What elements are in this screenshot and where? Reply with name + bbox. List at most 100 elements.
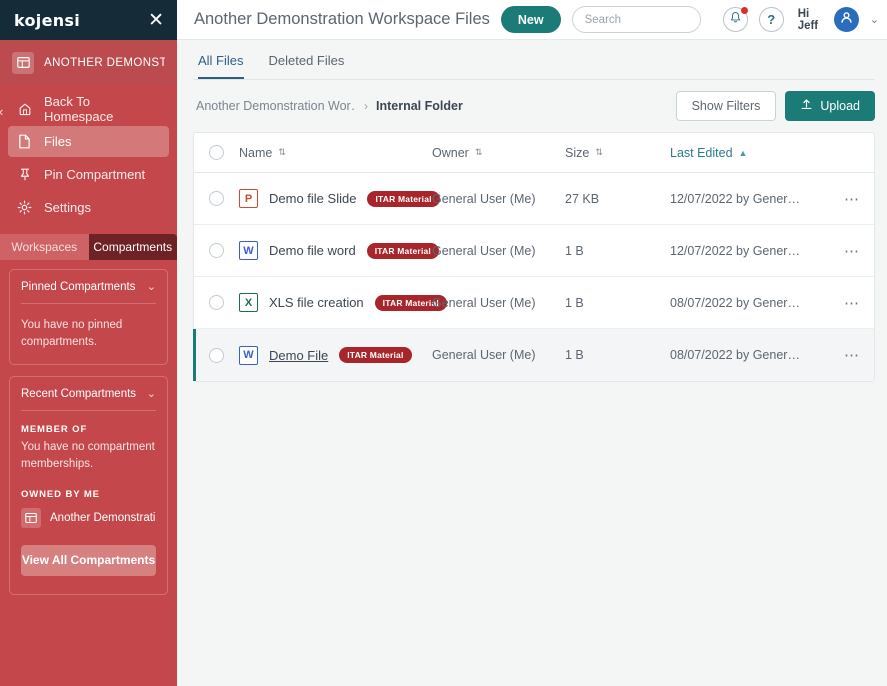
row-select-cell xyxy=(194,295,239,310)
radio-unchecked-icon[interactable] xyxy=(209,348,224,363)
column-header-label: Last Edited xyxy=(670,146,733,160)
pinned-compartments-header[interactable]: Pinned Compartments ⌄ xyxy=(21,270,156,304)
page-title: Another Demonstration Workspace Files xyxy=(194,10,490,29)
member-of-label: MEMBER OF xyxy=(21,424,156,435)
chevron-down-icon[interactable]: ⌄ xyxy=(870,13,879,26)
sidebar-item-back-to-homespace[interactable]: Back To Homespace xyxy=(8,93,169,124)
recent-compartments-body: MEMBER OF You have no compartment member… xyxy=(21,411,156,593)
radio-unchecked-icon[interactable] xyxy=(209,243,224,258)
notifications-button[interactable] xyxy=(723,7,748,32)
chevron-down-icon: ⌄ xyxy=(147,280,156,293)
sidebar-workspace-header[interactable]: ANOTHER DEMONST… xyxy=(0,40,177,85)
sidebar-item-label: Settings xyxy=(44,200,91,215)
upload-button-label: Upload xyxy=(820,99,860,113)
status-badge: ITAR Material xyxy=(367,243,439,259)
question-mark-icon: ? xyxy=(767,12,775,27)
tab-all-files[interactable]: All Files xyxy=(198,53,244,79)
sidebar-item-label: Back To Homespace xyxy=(44,94,161,124)
help-button[interactable]: ? xyxy=(759,7,784,32)
row-select-cell xyxy=(194,243,239,258)
user-avatar-icon xyxy=(839,10,854,30)
list-item[interactable]: Another Demonstrati… xyxy=(21,508,156,528)
sidebar-item-pin-compartment[interactable]: Pin Compartment xyxy=(8,159,169,190)
workspace-icon xyxy=(12,52,34,74)
breadcrumb-row: Another Demonstration Wor… › Internal Fo… xyxy=(193,80,875,132)
search-box xyxy=(572,6,701,33)
table-row[interactable]: W Demo file word ITAR Material General U… xyxy=(194,225,874,277)
owned-compartment-name: Another Demonstrati… xyxy=(50,512,156,524)
radio-unchecked-icon[interactable] xyxy=(209,295,224,310)
avatar[interactable] xyxy=(834,7,859,32)
column-header-owner[interactable]: Owner ⇅ xyxy=(432,146,565,160)
view-all-compartments-button[interactable]: View All Compartments xyxy=(21,545,156,576)
row-overflow-menu-icon[interactable]: ⋯ xyxy=(830,294,874,312)
sidebar-item-settings[interactable]: Settings xyxy=(8,192,169,223)
sidebar-tab-workspaces[interactable]: Workspaces xyxy=(0,234,89,260)
sidebar-body: Pinned Compartments ⌄ You have no pinned… xyxy=(0,260,177,686)
row-size: 1 B xyxy=(565,296,670,310)
table-row[interactable]: X XLS file creation ITAR Material Genera… xyxy=(194,277,874,329)
pinned-empty-text: You have no pinned compartments. xyxy=(21,317,156,350)
workspace-icon xyxy=(21,508,41,528)
sidebar-item-files[interactable]: Files xyxy=(8,126,169,157)
row-overflow-menu-icon[interactable]: ⋯ xyxy=(830,242,874,260)
row-last-edited: 12/07/2022 by Gener… xyxy=(670,244,830,258)
files-table: Name ⇅ Owner ⇅ Size ⇅ xyxy=(193,132,875,382)
row-size: 1 B xyxy=(565,244,670,258)
breadcrumb-item-workspace[interactable]: Another Demonstration Wor… xyxy=(196,99,356,113)
file-name-link[interactable]: Demo file Slide xyxy=(269,191,356,206)
row-overflow-menu-icon[interactable]: ⋯ xyxy=(830,190,874,208)
search-input[interactable] xyxy=(573,7,701,32)
sidebar: kojensi ✕ ANOTHER DEMONST… ‹ Back To Hom… xyxy=(0,0,177,686)
row-name-cell: X XLS file creation ITAR Material xyxy=(239,293,432,312)
member-of-empty-text: You have no compartment memberships. xyxy=(21,439,156,472)
row-select-cell xyxy=(194,191,239,206)
app-logo: kojensi xyxy=(14,11,80,30)
radio-unchecked-icon[interactable] xyxy=(209,191,224,206)
row-owner: General User (Me) xyxy=(432,192,565,206)
notification-badge xyxy=(741,7,748,14)
row-owner: General User (Me) xyxy=(432,296,565,310)
tab-deleted-files[interactable]: Deleted Files xyxy=(269,53,345,79)
file-name-link[interactable]: Demo File xyxy=(269,348,328,363)
pin-icon xyxy=(16,167,33,182)
powerpoint-file-icon: P xyxy=(239,189,258,208)
sort-both-icon: ⇅ xyxy=(595,147,603,158)
status-badge: ITAR Material xyxy=(339,347,411,363)
breadcrumb-item-current[interactable]: Internal Folder xyxy=(376,99,463,113)
new-button[interactable]: New xyxy=(501,6,561,33)
breadcrumb-actions: Show Filters Upload xyxy=(676,91,875,121)
close-icon[interactable]: ✕ xyxy=(148,11,164,30)
row-name-cell: P Demo file Slide ITAR Material xyxy=(239,189,432,208)
top-bar: Another Demonstration Workspace Files Ne… xyxy=(177,0,887,40)
file-name-link[interactable]: XLS file creation xyxy=(269,295,364,310)
table-row[interactable]: P Demo file Slide ITAR Material General … xyxy=(194,173,874,225)
column-header-name[interactable]: Name ⇅ xyxy=(239,146,432,160)
column-header-label: Owner xyxy=(432,146,469,160)
upload-icon xyxy=(800,98,813,114)
row-owner: General User (Me) xyxy=(432,244,565,258)
row-owner: General User (Me) xyxy=(432,348,565,362)
file-icon xyxy=(16,134,33,149)
gear-icon xyxy=(16,200,33,215)
row-last-edited: 08/07/2022 by Gener… xyxy=(670,296,830,310)
sidebar-item-label: Files xyxy=(44,134,71,149)
word-file-icon: W xyxy=(239,346,258,365)
file-name-link[interactable]: Demo file word xyxy=(269,243,356,258)
show-filters-button[interactable]: Show Filters xyxy=(676,91,777,121)
column-header-last-edited[interactable]: Last Edited ▲ xyxy=(670,146,830,160)
sidebar-item-label: Pin Compartment xyxy=(44,167,145,182)
recent-compartments-header[interactable]: Recent Compartments ⌄ xyxy=(21,377,156,411)
upload-button[interactable]: Upload xyxy=(785,91,875,121)
column-header-size[interactable]: Size ⇅ xyxy=(565,146,670,160)
sort-both-icon: ⇅ xyxy=(475,147,483,158)
sidebar-brand-bar: kojensi ✕ xyxy=(0,0,177,40)
sidebar-tab-compartments[interactable]: Compartments xyxy=(89,234,178,260)
row-overflow-menu-icon[interactable]: ⋯ xyxy=(830,346,874,364)
sidebar-workspace-name: ANOTHER DEMONST… xyxy=(44,57,165,69)
select-all-cell xyxy=(194,145,239,160)
radio-unchecked-icon[interactable] xyxy=(209,145,224,160)
table-row[interactable]: W Demo File ITAR Material General User (… xyxy=(194,329,874,381)
back-chevron-icon[interactable]: ‹ xyxy=(0,105,3,118)
bell-icon xyxy=(729,11,742,29)
